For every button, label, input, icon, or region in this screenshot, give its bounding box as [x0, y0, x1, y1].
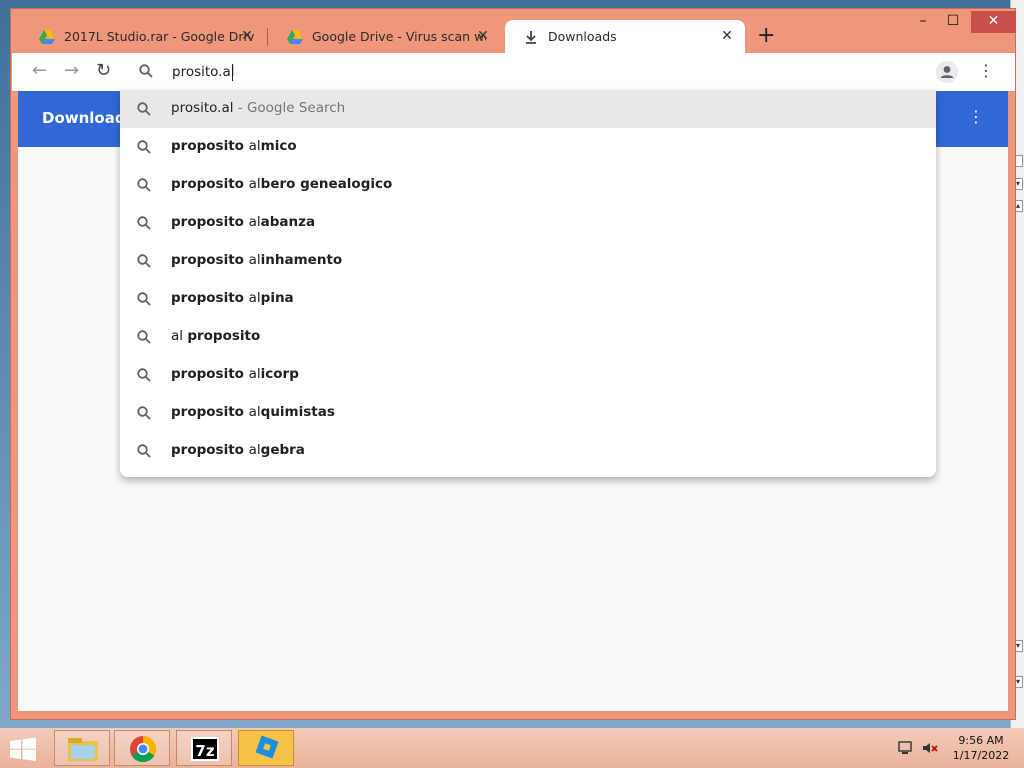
taskbar: 7z 9:56 AM 1/17/2022: [0, 728, 1024, 768]
close-tab-icon[interactable]: ✕: [239, 28, 255, 44]
tab-strip: 2017L Studio.rar - Google Drive ✕ Google…: [11, 9, 1016, 57]
chrome-menu-button[interactable]: ⋮: [978, 61, 994, 81]
more-options-icon[interactable]: ⋮: [968, 107, 984, 126]
suggestion-text: proposito alpina: [171, 290, 294, 306]
close-window-button[interactable]: ✕: [971, 11, 1016, 33]
close-tab-icon[interactable]: ✕: [475, 28, 491, 44]
close-tab-icon[interactable]: ✕: [719, 28, 735, 44]
suggestion-item[interactable]: proposito algebra: [120, 432, 936, 470]
tab-separator: [267, 28, 268, 46]
search-icon: [137, 368, 151, 382]
taskbar-roblox-studio[interactable]: [238, 730, 294, 766]
suggestion-item[interactable]: proposito alicorp: [120, 356, 936, 394]
taskbar-file-explorer[interactable]: [54, 730, 110, 766]
suggestion-item[interactable]: proposito almico: [120, 128, 936, 166]
suggestion-item[interactable]: proposito alpina: [120, 280, 936, 318]
suggestion-text: proposito almico: [171, 138, 297, 154]
search-icon: [137, 444, 151, 458]
forward-button[interactable]: →: [64, 61, 79, 81]
clock-date: 1/17/2022: [952, 749, 1010, 762]
reload-button[interactable]: ↻: [96, 61, 111, 81]
omnibox-suggestions: prosito.al - Google Search proposito almi…: [120, 90, 936, 477]
profile-avatar[interactable]: [936, 61, 958, 83]
suggestion-text: proposito alquimistas: [171, 404, 335, 420]
system-clock[interactable]: 9:56 AM 1/17/2022: [946, 733, 1016, 763]
tab-title: 2017L Studio.rar - Google Drive: [64, 29, 255, 44]
clock-time: 9:56 AM: [958, 734, 1004, 747]
suggestion-item[interactable]: proposito albero genealogico: [120, 166, 936, 204]
omnibox[interactable]: [122, 53, 937, 91]
suggestion-item[interactable]: prosito.al - Google Search: [120, 90, 936, 128]
7zip-icon: 7z: [191, 737, 219, 761]
suggestion-item[interactable]: proposito alabanza: [120, 204, 936, 242]
search-icon: [137, 330, 151, 344]
search-icon: [137, 216, 151, 230]
person-icon: [940, 66, 954, 78]
text-caret: [232, 64, 233, 81]
windows-start-button[interactable]: [8, 737, 38, 761]
search-icon: [137, 140, 151, 154]
volume-muted-icon[interactable]: [922, 740, 938, 756]
suggestion-text: al proposito: [171, 328, 261, 344]
suggestion-item[interactable]: al proposito: [120, 318, 936, 356]
tab-title: Downloads: [548, 29, 617, 44]
search-icon: [137, 292, 151, 306]
tab-title: Google Drive - Virus scan warnin: [312, 29, 486, 44]
tab-downloads[interactable]: Downloads ✕: [505, 20, 745, 53]
suggestion-text: proposito alinhamento: [171, 252, 343, 268]
download-icon: [526, 30, 536, 44]
search-icon: [139, 64, 153, 78]
suggestion-text: proposito algebra: [171, 442, 305, 458]
omnibox-input[interactable]: [172, 53, 872, 91]
search-icon: [137, 254, 151, 268]
search-icon: [137, 102, 151, 116]
search-icon: [137, 178, 151, 192]
tab-virus-scan-warning[interactable]: Google Drive - Virus scan warnin ✕: [269, 20, 501, 53]
back-button[interactable]: ←: [32, 61, 47, 81]
google-drive-icon: [39, 29, 55, 44]
suggestion-item[interactable]: proposito alquimistas: [120, 394, 936, 432]
google-drive-icon: [287, 29, 303, 44]
suggestion-text: prosito.al - Google Search: [171, 100, 346, 116]
taskbar-7zip[interactable]: 7z: [176, 730, 232, 766]
suggestion-item[interactable]: proposito alinhamento: [120, 242, 936, 280]
new-tab-button[interactable]: +: [757, 25, 775, 47]
tab-2017l-studio[interactable]: 2017L Studio.rar - Google Drive ✕: [21, 20, 265, 53]
suggestion-text: proposito alicorp: [171, 366, 299, 382]
network-icon[interactable]: [898, 740, 914, 756]
maximize-button[interactable]: ☐: [939, 11, 967, 33]
suggestion-text: proposito alabanza: [171, 214, 316, 230]
chrome-icon: [130, 735, 157, 763]
suggestion-text: proposito albero genealogico: [171, 176, 393, 192]
search-icon: [137, 406, 151, 420]
roblox-studio-icon: [255, 735, 279, 759]
taskbar-chrome[interactable]: [114, 730, 170, 766]
minimize-button[interactable]: –: [909, 11, 937, 33]
toolbar: ← → ↻ ⋮: [12, 53, 1015, 91]
file-explorer-icon: [68, 738, 98, 761]
